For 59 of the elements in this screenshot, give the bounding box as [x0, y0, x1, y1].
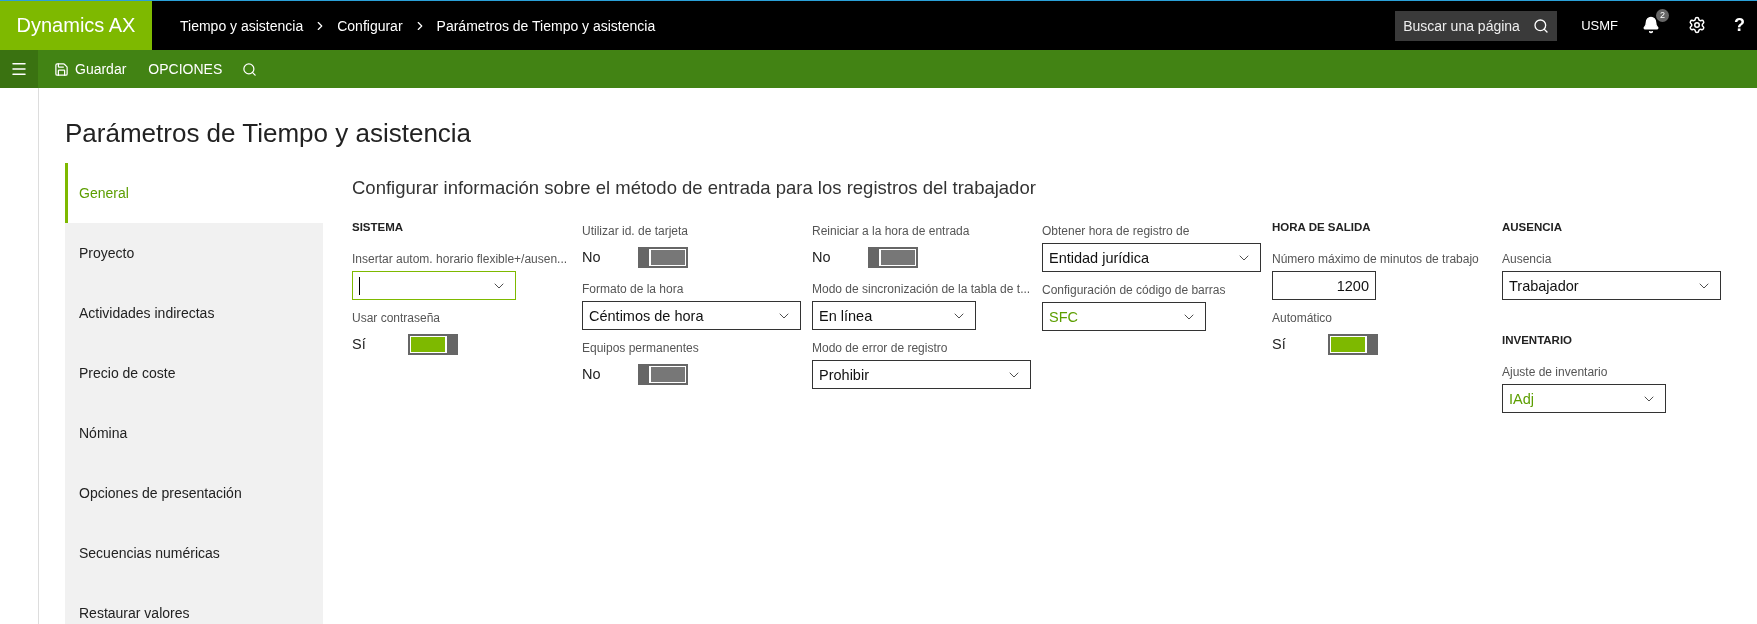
toggle-value: Sí	[352, 336, 367, 352]
dropdown-field[interactable]: Prohibir	[812, 360, 1031, 389]
toggle-value: Sí	[1272, 336, 1287, 352]
dropdown-field[interactable]: Céntimos de hora	[582, 301, 801, 330]
section-heading: AUSENCIA	[1502, 221, 1564, 235]
company-picker[interactable]: USMF	[1581, 18, 1618, 33]
number-field[interactable]: 1200	[1272, 271, 1376, 300]
options-tab[interactable]: OPCIONES	[142, 57, 229, 81]
toggle-switch[interactable]	[1328, 333, 1378, 355]
toggle-switch[interactable]	[868, 246, 918, 268]
nav-item[interactable]: Proyecto	[65, 223, 323, 283]
notification-count: 2	[1656, 8, 1669, 22]
bell-icon[interactable]	[1642, 15, 1660, 34]
nav-item[interactable]: Actividades indirectas	[65, 283, 323, 343]
help-button[interactable]: ?	[1734, 15, 1745, 36]
breadcrumb-link[interactable]: Configurar	[337, 17, 403, 34]
toggle-switch[interactable]	[638, 363, 688, 385]
section-heading: INVENTARIO	[1502, 334, 1574, 348]
field-label: Modo de error de registro	[812, 341, 949, 355]
page-title: Parámetros de Tiempo y asistencia	[65, 118, 473, 149]
menu-icon	[10, 60, 28, 78]
dropdown-field[interactable]: En línea	[812, 301, 976, 330]
nav-item[interactable]: Opciones de presentación	[65, 463, 323, 523]
search-icon[interactable]	[1533, 17, 1550, 34]
field-label: Ausencia	[1502, 252, 1553, 266]
nav-item[interactable]: Nómina	[65, 403, 323, 463]
field-label: Formato de la hora	[582, 282, 685, 296]
toggle-switch[interactable]	[408, 333, 458, 355]
toggle-value: No	[582, 366, 602, 382]
nav-item[interactable]: Precio de coste	[65, 343, 323, 403]
field-label: Obtener hora de registro de	[1042, 224, 1191, 238]
search-field[interactable]: Buscar una página	[1395, 10, 1558, 41]
dropdown-field[interactable]: Entidad jurídica	[1042, 243, 1261, 272]
dropdown-field[interactable]	[352, 271, 516, 300]
field-label: Reiniciar a la hora de entrada	[812, 224, 971, 238]
settings-icon[interactable]	[1688, 15, 1706, 34]
save-button[interactable]: Guardar	[48, 57, 133, 81]
menu-button[interactable]	[0, 50, 38, 88]
dropdown-field[interactable]: Trabajador	[1502, 271, 1721, 300]
toggle-value: No	[812, 249, 832, 265]
section-heading: SISTEMA	[352, 221, 405, 235]
field-label: Insertar autom. horario flexible+/ausen...	[352, 252, 569, 266]
field-label: Configuración de código de barras	[1042, 283, 1227, 297]
nav-item[interactable]: Secuencias numéricas	[65, 523, 323, 583]
breadcrumb-link[interactable]: Parámetros de Tiempo y asistencia	[436, 17, 656, 34]
field-label: Modo de sincronización de la tabla de t...	[812, 282, 1032, 296]
toggle-value: No	[582, 249, 602, 265]
section-title: Configurar información sobre el método de entrada para los registros del trabajador	[352, 177, 1037, 199]
field-label: Número máximo de minutos de trabajo	[1272, 252, 1480, 266]
breadcrumb-link[interactable]: Tiempo y asistencia	[180, 17, 304, 34]
text-cursor	[359, 276, 360, 295]
field-label: Usar contraseña	[352, 311, 442, 325]
field-label: Automático	[1272, 311, 1334, 325]
section-heading: HORA DE SALIDA	[1272, 221, 1372, 235]
nav-item[interactable]: Restaurar valores	[65, 583, 323, 624]
field-label: Equipos permanentes	[582, 341, 700, 355]
toggle-switch[interactable]	[638, 246, 688, 268]
field-label: Ajuste de inventario	[1502, 365, 1609, 379]
field-label: Utilizar id. de tarjeta	[582, 224, 690, 238]
